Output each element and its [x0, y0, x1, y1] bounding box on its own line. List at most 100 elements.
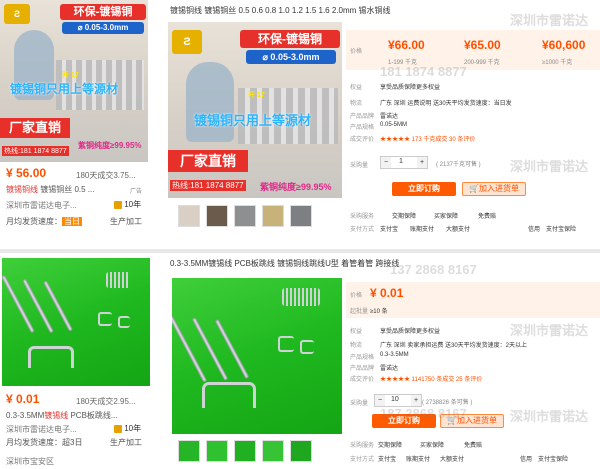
card-sold-bottom: 180天成交2.95...	[76, 397, 136, 406]
service-buyer-protect[interactable]: 买家保障	[434, 211, 458, 220]
thumbnail-5[interactable]	[290, 205, 312, 227]
thumbnail-3[interactable]	[234, 205, 256, 227]
bottom-thumbnail-2[interactable]	[206, 440, 228, 462]
row-value-logistics: 广东 深圳 运费说明 送30天平均发货速度：当日发	[380, 101, 512, 107]
b-row-value-brand: 雷诺达	[380, 366, 399, 372]
card-title[interactable]: 镀锡铜线 镀锡铜丝 0.5 ...	[6, 184, 94, 195]
card-seller[interactable]: 深圳市雷诺达电子...	[6, 200, 77, 211]
thumbnail-4[interactable]	[262, 205, 284, 227]
card-title-red-bottom: 镀锡线	[44, 411, 69, 420]
seller-small-tag-main: 开 17	[248, 92, 265, 99]
slogan-text-main: 镀锡铜只用上等源材	[194, 113, 312, 128]
bottom-thumbnail-3[interactable]	[234, 440, 256, 462]
pay-alipay[interactable]: 支付宝	[380, 224, 398, 233]
b-pay-alipay[interactable]: 支付宝	[378, 454, 396, 463]
main-wire-coil	[282, 288, 320, 306]
bottom-thumbnail-1[interactable]	[178, 440, 200, 462]
bottom-price-bar: 价格 ¥ 0.01 起批量 ≥10 条	[346, 282, 600, 318]
stock-text: ( 2137千克可售 )	[436, 162, 481, 168]
services-label: 采购服务	[350, 214, 375, 220]
watermark-3: 深圳市雷诺达	[510, 159, 589, 174]
thumbnail-1[interactable]	[178, 205, 200, 227]
b-pay-large[interactable]: 大额支付	[440, 454, 464, 463]
phone-text: 热线:181 1874 8877	[2, 146, 69, 156]
main-wire-1	[172, 315, 208, 383]
b-row-value-rights[interactable]: 享受品质保障更多权益	[380, 326, 440, 335]
b-qty-label: 采购量	[350, 401, 369, 407]
years-badge: 10年	[114, 199, 141, 210]
eco-banner: 环保-镀锡铜	[60, 4, 146, 20]
watermark-2: 181 1874 8877	[380, 64, 467, 79]
tier-price-1: ¥66.00	[388, 38, 425, 52]
b-row-label-rights: 权益	[350, 329, 363, 335]
b-row-value-reviews[interactable]: ★★★★★ 1141750 条成交 25 条评价	[380, 374, 482, 383]
card-sold: 180天成交3.75...	[76, 171, 136, 180]
watermark-5: 深圳市雷诺达	[510, 323, 589, 338]
qty-minus-button[interactable]: −	[381, 157, 391, 168]
pay-large[interactable]: 大额支付	[446, 224, 470, 233]
row-value-reviews[interactable]: ★★★★★ 173 千克成交 30 条评价	[380, 134, 475, 143]
eco-banner-main: 环保-镀锡铜	[240, 30, 340, 48]
b-services-label: 采购服务	[350, 443, 375, 449]
b-pay-alipay-insurance[interactable]: 支付宝保险	[538, 454, 568, 463]
top-left-product-image[interactable]: Ƨ 环保-镀锡铜 ⌀ 0.05-3.0mm 开 17 镀锡铜只用上等源材 厂家直…	[0, 0, 148, 162]
card-title-bottom[interactable]: 0.3-3.5MM镀锡线 PCB板跳线...	[6, 410, 118, 421]
card-price-bottom: ¥ 0.01	[6, 392, 40, 406]
seller-small-tag: 开 17	[62, 72, 79, 79]
wire-1	[2, 274, 35, 334]
bottom-thumbnail-4[interactable]	[262, 440, 284, 462]
main-wire-small-1	[278, 336, 294, 352]
pay-label: 支付方式	[350, 227, 375, 233]
ship-speed-bottom: 月均发货速度：超3日	[6, 438, 83, 447]
b-pay-label: 支付方式	[350, 457, 375, 463]
service-free[interactable]: 免费赔	[478, 211, 496, 220]
spec-banner: ⌀ 0.05-3.0mm	[62, 22, 144, 34]
start-qty-value: ≥10 条	[370, 309, 388, 315]
b-service-buyer-protect[interactable]: 买家保障	[420, 440, 444, 449]
wire-small-2	[118, 316, 130, 328]
row-value-rights[interactable]: 享受品质保障更多权益	[380, 82, 440, 91]
tier-price-2: ¥65.00	[464, 38, 501, 52]
watermark-6: 187 2868 8167	[380, 406, 467, 421]
main-wire-small-2	[300, 340, 314, 354]
business-type: 生产加工	[110, 217, 142, 226]
b-row-value-logistics: 广东 深圳 卖家承担运费 送30天平均发货速度：2天以上	[380, 343, 528, 349]
bottom-main-product-image[interactable]	[172, 278, 342, 434]
row-label-reviews: 成交评价	[350, 137, 375, 143]
price-label: 价格	[350, 49, 363, 55]
b-row-label-brand: 产品品牌	[350, 366, 375, 372]
pay-alipay-insurance[interactable]: 支付宝保险	[546, 224, 576, 233]
b-qty-plus-button[interactable]: +	[411, 395, 421, 406]
row-value-brand: 雷诺达	[380, 114, 399, 120]
years-badge-bottom: 10年	[114, 423, 141, 434]
bottom-left-card-info[interactable]: ¥ 0.01 180天成交2.95... 0.3-3.5MM镀锡线 PCB板跳线…	[0, 386, 150, 469]
top-main-product-image[interactable]: Ƨ 环保-镀锡铜 ⌀ 0.05-3.0mm 开 17 镀锡铜只用上等源材 厂家直…	[168, 22, 342, 198]
bottom-thumbnail-5[interactable]	[290, 440, 312, 462]
thumbnail-2[interactable]	[206, 205, 228, 227]
top-left-card-info[interactable]: ¥ 56.00 180天成交3.75... 镀锡铜线 镀锡铜丝 0.5 ... …	[0, 162, 148, 234]
bottom-left-product-image[interactable]	[2, 258, 150, 386]
b-pay-credit-term[interactable]: 账期支付	[406, 454, 430, 463]
b-pay-credit[interactable]: 信用	[520, 454, 532, 463]
b-qty-value[interactable]: 10	[391, 396, 399, 403]
b-row-value-spec: 0.3-3.5MM	[380, 352, 409, 358]
b-service-delivery[interactable]: 交期保障	[378, 440, 402, 449]
qty-plus-button[interactable]: +	[417, 157, 427, 168]
qty-value[interactable]: 1	[399, 158, 403, 165]
add-to-cart-button[interactable]: 🛒加入进货单	[462, 182, 526, 196]
buy-now-button[interactable]: 立即订购	[392, 182, 456, 196]
pay-credit[interactable]: 信用	[528, 224, 540, 233]
qty-stepper[interactable]: − 1 +	[380, 156, 428, 169]
pay-credit-term[interactable]: 账期支付	[410, 224, 434, 233]
b-service-free[interactable]: 免费赔	[464, 440, 482, 449]
b-row-label-reviews: 成交评价	[350, 377, 375, 383]
wire-small-1	[98, 312, 112, 326]
service-delivery[interactable]: 交期保障	[392, 211, 416, 220]
bottom-price: ¥ 0.01	[370, 286, 404, 300]
card-seller-bottom[interactable]: 深圳市雷诺达电子...	[6, 424, 77, 435]
ad-label: 广告	[130, 189, 143, 195]
b-qty-minus-button[interactable]: −	[375, 395, 385, 406]
card-title-red: 镀锡铜线	[6, 185, 38, 194]
qty-label: 采购量	[350, 163, 369, 169]
b-row-label-spec: 产品规格	[350, 355, 375, 361]
